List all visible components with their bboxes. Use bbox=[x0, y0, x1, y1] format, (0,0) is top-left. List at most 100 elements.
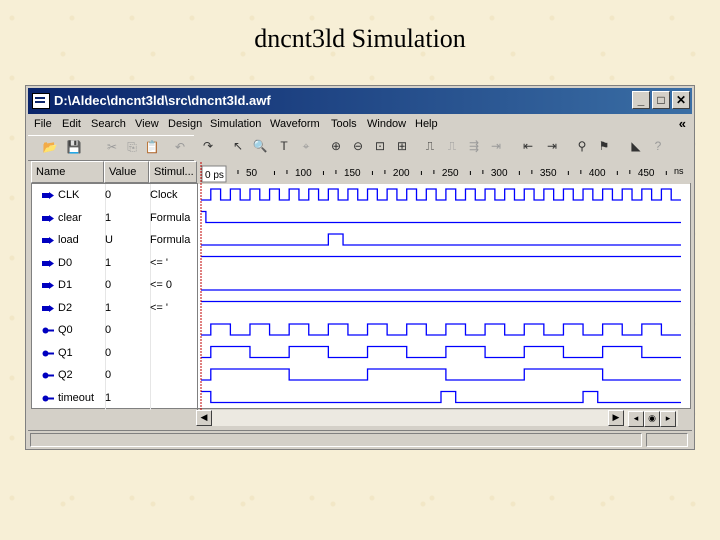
menu-file[interactable]: File bbox=[34, 118, 52, 130]
horizontal-scrollbar[interactable]: ◀ ▶ bbox=[196, 410, 678, 426]
signal-stimulus: <= ' bbox=[150, 256, 169, 269]
nav-center-icon[interactable]: ◉ bbox=[644, 411, 660, 427]
time-ruler[interactable]: 50 100 150 200 250 300 350 400 450 ns bbox=[198, 162, 690, 184]
menu-help[interactable]: Help bbox=[415, 118, 438, 130]
waveform-app-icon bbox=[32, 93, 50, 109]
status-bar bbox=[28, 430, 692, 449]
ruler-tick-label: 350 bbox=[540, 168, 557, 179]
menu-search[interactable]: Search bbox=[91, 118, 126, 130]
paste-icon[interactable]: 📋 bbox=[144, 139, 160, 155]
waveform-load[interactable] bbox=[201, 233, 681, 246]
find-icon[interactable]: ⚲ bbox=[574, 138, 590, 154]
scroll-right-icon[interactable]: ▶ bbox=[608, 410, 624, 426]
signal-stimulus bbox=[150, 342, 196, 364]
next-edge-icon[interactable]: ⇥ bbox=[544, 138, 560, 154]
maximize-button[interactable]: □ bbox=[652, 91, 670, 109]
remove-signal-icon[interactable]: ⎍ bbox=[444, 138, 460, 154]
waveform-timeout[interactable] bbox=[201, 390, 681, 404]
nav-prev-icon[interactable]: ◂ bbox=[628, 411, 644, 427]
waveform-window: D:\Aldec\dncnt3ld\src\dncnt3ld.awf _ □ ✕… bbox=[25, 85, 695, 450]
cursor-label: 0 ps bbox=[205, 170, 224, 181]
zoom-in-icon[interactable]: ⊕ bbox=[328, 138, 344, 154]
menu-tools[interactable]: Tools bbox=[331, 118, 357, 130]
waveform-Q0[interactable] bbox=[201, 323, 681, 336]
signal-row[interactable]: load U Formula bbox=[32, 229, 198, 252]
signal-stimulus: Formula bbox=[150, 211, 191, 224]
waveform-clear[interactable] bbox=[201, 210, 681, 224]
ruler-tick-label: 300 bbox=[491, 168, 508, 179]
menu-window[interactable]: Window bbox=[367, 118, 406, 130]
open-folder-icon[interactable]: 📂 bbox=[42, 139, 58, 155]
signal-row[interactable]: clear 1 Formula bbox=[32, 207, 198, 230]
prev-edge-icon[interactable]: ⇤ bbox=[520, 138, 536, 154]
status-cell bbox=[646, 433, 688, 447]
window-title: D:\Aldec\dncnt3ld\src\dncnt3ld.awf bbox=[54, 93, 271, 108]
signal-row[interactable]: timeout 1 bbox=[32, 387, 198, 410]
column-stimulus-header[interactable]: Stimul... bbox=[149, 161, 197, 183]
marker-icon[interactable]: ⌖ bbox=[298, 138, 314, 154]
signal-value: 1 bbox=[105, 301, 112, 314]
bus-icon[interactable]: ⇶ bbox=[466, 138, 482, 154]
menubar: File Edit Search View Design Simulation … bbox=[28, 116, 692, 134]
menu-edit[interactable]: Edit bbox=[62, 118, 81, 130]
add-signal-icon[interactable]: ⎍ bbox=[422, 138, 438, 154]
signal-value: 1 bbox=[105, 391, 112, 404]
scroll-left-icon[interactable]: ◀ bbox=[196, 410, 212, 426]
signal-value: 0 bbox=[105, 324, 112, 336]
waveform-canvas[interactable]: 50 100 150 200 250 300 350 400 450 ns 0 ps bbox=[198, 162, 690, 410]
signal-stimulus bbox=[150, 319, 196, 341]
zoom-icon[interactable]: 🔍 bbox=[252, 138, 268, 154]
column-name-header[interactable]: Name bbox=[31, 161, 104, 183]
signal-row[interactable]: D0 1 <= ' bbox=[32, 252, 198, 275]
signal-value: 1 bbox=[105, 211, 112, 224]
window-titlebar[interactable]: D:\Aldec\dncnt3ld\src\dncnt3ld.awf _ □ ✕ bbox=[28, 88, 692, 114]
ruler-tick-label: 250 bbox=[442, 168, 459, 179]
main-toolbar: 📂 💾 ✂ ⎘ 📋 ↶ bbox=[28, 135, 194, 161]
signal-row[interactable]: Q1 0 bbox=[32, 342, 198, 365]
signal-value: U bbox=[105, 234, 113, 246]
signal-stimulus: <= ' bbox=[150, 301, 169, 314]
help-cursor-icon[interactable]: ? bbox=[650, 138, 666, 154]
ruler-tick-label: 400 bbox=[589, 168, 606, 179]
ruler-unit-label: ns bbox=[674, 166, 684, 176]
signal-stimulus: <= 0 bbox=[150, 279, 173, 291]
pointer-icon[interactable]: ↖ bbox=[230, 138, 246, 154]
zoom-out-icon[interactable]: ⊖ bbox=[350, 138, 366, 154]
cut-icon[interactable]: ✂ bbox=[104, 139, 120, 155]
bookmark-icon[interactable]: ◣ bbox=[628, 138, 644, 154]
signal-row[interactable]: D2 1 <= ' bbox=[32, 297, 198, 320]
waveform-CLK[interactable] bbox=[201, 188, 681, 201]
menu-view[interactable]: View bbox=[135, 118, 159, 130]
signal-row[interactable]: CLK 0 Clock bbox=[32, 184, 198, 207]
menu-overflow-chevron-icon[interactable]: « bbox=[679, 116, 686, 131]
nav-next-icon[interactable]: ▸ bbox=[660, 411, 676, 427]
menu-waveform[interactable]: Waveform bbox=[270, 118, 320, 130]
edge-icon[interactable]: ⇥ bbox=[488, 138, 504, 154]
slide-title: dncnt3ld Simulation bbox=[254, 24, 466, 53]
signal-grid-header: Name Value Stimul... bbox=[31, 161, 197, 183]
copy-icon[interactable]: ⎘ bbox=[124, 139, 140, 155]
signal-value: 0 bbox=[105, 369, 112, 381]
signal-value: 0 bbox=[105, 189, 112, 201]
waveform-Q2[interactable] bbox=[201, 368, 681, 381]
menu-design[interactable]: Design bbox=[168, 118, 202, 130]
close-button[interactable]: ✕ bbox=[672, 91, 690, 109]
signal-row[interactable]: Q2 0 bbox=[32, 364, 198, 387]
text-cursor-icon[interactable]: T bbox=[276, 138, 292, 154]
redo-icon[interactable]: ↷ bbox=[200, 138, 216, 154]
menu-simulation[interactable]: Simulation bbox=[210, 118, 261, 130]
zoom-fit-icon[interactable]: ⊞ bbox=[394, 138, 410, 154]
signal-stimulus bbox=[150, 364, 196, 386]
status-cell bbox=[30, 433, 642, 447]
save-icon[interactable]: 💾 bbox=[66, 139, 82, 155]
signal-stimulus: Clock bbox=[150, 189, 178, 201]
undo-icon[interactable]: ↶ bbox=[172, 139, 188, 155]
signal-row[interactable]: Q0 0 bbox=[32, 319, 198, 342]
zoom-area-icon[interactable]: ⊡ bbox=[372, 138, 388, 154]
signal-row[interactable]: D1 0 <= 0 bbox=[32, 274, 198, 297]
waveform-Q1[interactable] bbox=[201, 345, 681, 359]
column-value-header[interactable]: Value bbox=[104, 161, 149, 183]
minimize-button[interactable]: _ bbox=[632, 91, 650, 109]
flag-icon[interactable]: ⚑ bbox=[596, 138, 612, 154]
waveform-panel[interactable]: CLK 0 Clock clear 1 Formula load U Formu… bbox=[31, 162, 691, 410]
